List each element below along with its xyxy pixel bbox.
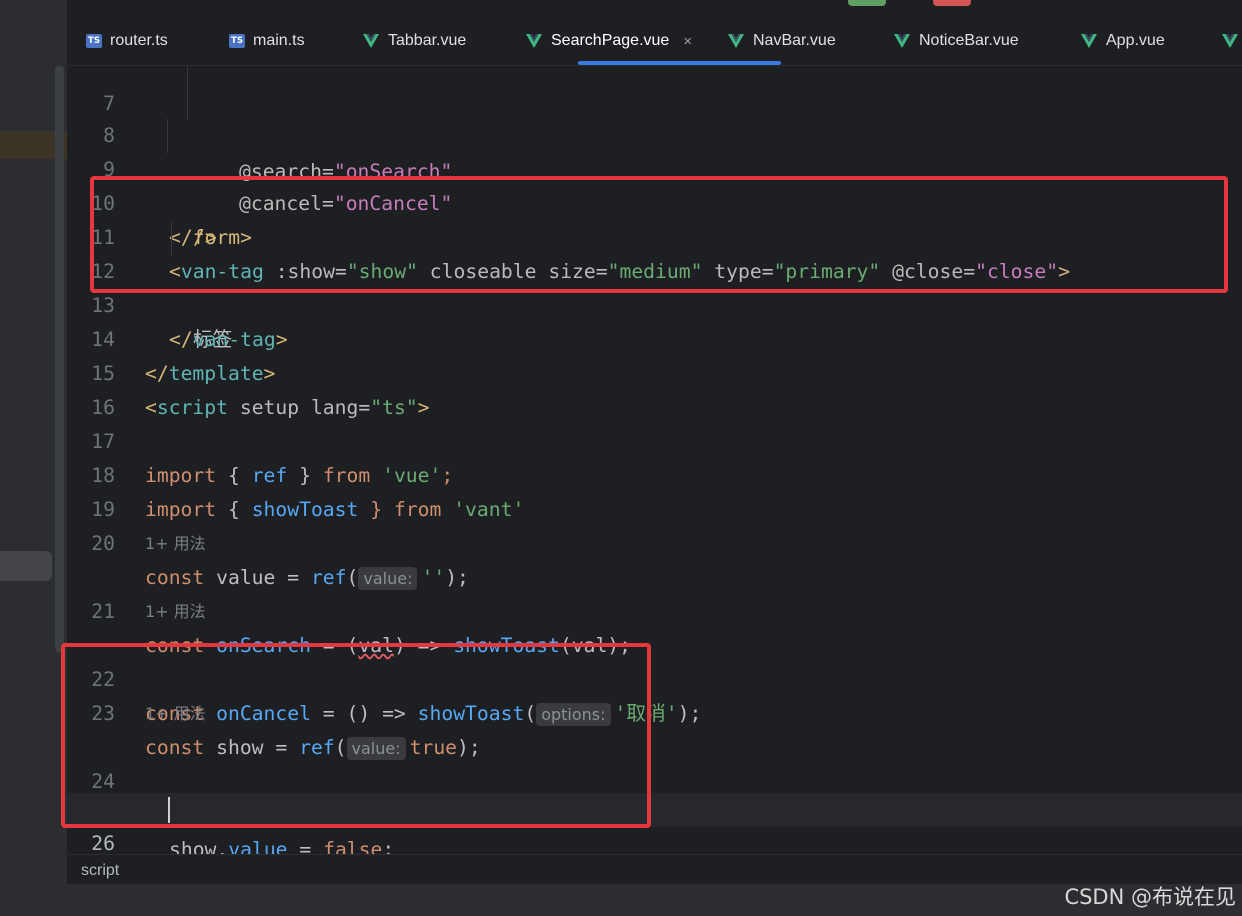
tab-noticebar-vue[interactable]: NoticeBar.vue: [894, 26, 1019, 56]
close-icon[interactable]: ×: [683, 33, 692, 50]
code-line: 18 import { showToast } from 'vant': [67, 425, 1242, 521]
tool-scrollbar[interactable]: [55, 66, 64, 652]
usage-hint[interactable]: 1+ 用法: [145, 595, 206, 629]
indent-guide: [167, 119, 168, 153]
tab-label: NavBar.vue: [753, 32, 836, 49]
annotation-box-template: [90, 176, 1228, 293]
tab-navbar-vue[interactable]: NavBar.vue: [728, 26, 836, 56]
line-number: 20: [91, 532, 115, 555]
code-line: 16: [67, 357, 1242, 419]
tab-label: SearchPage.vue: [551, 32, 670, 49]
indent-guide: [187, 66, 188, 87]
tab-router-ts[interactable]: TS router.ts: [86, 26, 168, 56]
code-line: 17 import { ref } from 'vue';: [67, 391, 1242, 487]
code-line: 7 @search="onSearch": [67, 66, 1242, 183]
vue-file-icon: [894, 34, 910, 48]
tab-label: App.vue: [1106, 32, 1165, 49]
tab-label: router.ts: [110, 32, 168, 49]
tab-main-ts[interactable]: TS main.ts: [229, 26, 305, 56]
vue-file-icon: [728, 34, 744, 48]
ts-file-icon: TS: [229, 34, 245, 48]
annotation-box-script: [61, 643, 651, 828]
tab-overflow[interactable]: [1222, 26, 1242, 56]
tab-searchpage-vue[interactable]: SearchPage.vue ×: [526, 26, 692, 56]
tab-app-vue[interactable]: App.vue: [1081, 26, 1165, 56]
editor-tab-bar: TS router.ts TS main.ts Tabbar.vue Searc…: [67, 0, 1242, 66]
line-number: 21: [91, 600, 115, 623]
run-indicator[interactable]: [848, 0, 886, 6]
watermark: CSDN @布说在见: [1064, 885, 1236, 909]
tab-label: NoticeBar.vue: [919, 32, 1019, 49]
code-line: 19: [67, 459, 1242, 521]
tab-label: main.ts: [253, 32, 305, 49]
code-line: 20 const value = ref(value: '');: [67, 493, 1242, 590]
vue-file-icon: [526, 34, 542, 48]
bottom-status-bar: [0, 884, 1242, 916]
vue-file-icon: [1222, 34, 1238, 48]
ts-file-icon: TS: [86, 34, 102, 48]
tool-window-button[interactable]: [0, 551, 52, 581]
tab-label: Tabbar.vue: [388, 32, 467, 49]
code-line: 15 <script setup lang="ts">: [67, 323, 1242, 419]
code-line: 21 const onSearch = (val) => showToast(v…: [67, 561, 1242, 657]
code-line: 27 </script>: [67, 827, 1242, 854]
vue-file-icon: [363, 34, 379, 48]
usage-hint[interactable]: 1+ 用法: [145, 527, 206, 561]
breadcrumb[interactable]: script: [81, 862, 119, 879]
code-line: 9 />: [67, 119, 1242, 249]
code-line: 14 </template>: [67, 289, 1242, 385]
stop-indicator[interactable]: [933, 0, 971, 6]
vue-file-icon: [1081, 34, 1097, 48]
tab-tabbar-vue[interactable]: Tabbar.vue: [363, 26, 466, 56]
indent-guide: [187, 85, 188, 119]
code-line: 8 @cancel="onCancel": [67, 85, 1242, 215]
left-tool-strip: [0, 0, 67, 884]
active-tab-indicator: [578, 61, 781, 65]
